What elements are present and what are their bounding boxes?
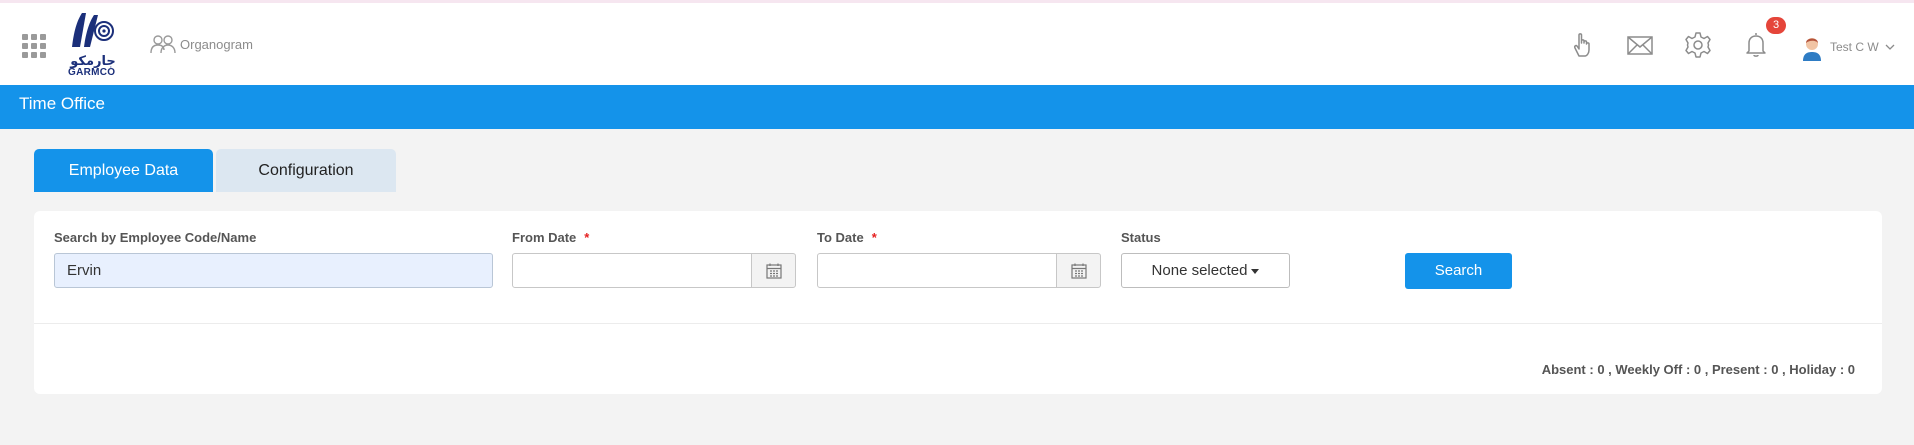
calendar-icon — [765, 263, 782, 279]
employee-search-label: Search by Employee Code/Name — [54, 230, 257, 245]
tab-employee-data[interactable]: Employee Data — [34, 149, 213, 192]
page-title-bar: Time Office — [0, 85, 1914, 129]
user-name: Test C W — [1830, 40, 1879, 54]
chevron-down-icon — [1885, 44, 1895, 50]
to-date-label: To Date * — [817, 230, 877, 245]
logo-text: GARMCO — [68, 67, 116, 78]
calendar-icon — [1070, 263, 1087, 279]
status-label: Status — [1121, 230, 1161, 245]
filter-card: Search by Employee Code/Name Ervin From … — [34, 211, 1882, 394]
notification-badge: 3 — [1766, 17, 1786, 34]
from-date-label: From Date * — [512, 230, 589, 245]
to-date-input[interactable] — [817, 253, 1058, 288]
top-navbar: جارمكو GARMCO Organogram 3 Test C W — [0, 0, 1914, 85]
organogram-link[interactable]: Organogram — [150, 33, 253, 55]
to-date-label-text: To Date — [817, 230, 864, 245]
divider — [34, 323, 1882, 324]
hand-icon[interactable] — [1568, 31, 1596, 59]
required-mark: * — [584, 230, 590, 245]
user-menu[interactable]: Test C W — [1800, 33, 1895, 61]
people-icon — [150, 35, 176, 54]
from-date-label-text: From Date — [512, 230, 577, 245]
from-date-calendar-button[interactable] — [751, 253, 796, 288]
status-select-value: None selected — [1151, 262, 1248, 279]
tab-configuration[interactable]: Configuration — [216, 149, 396, 192]
search-button[interactable]: Search — [1405, 253, 1512, 289]
employee-search-input[interactable]: Ervin — [54, 253, 493, 288]
to-date-calendar-button[interactable] — [1056, 253, 1101, 288]
avatar — [1803, 38, 1821, 61]
mail-icon[interactable] — [1626, 31, 1654, 59]
app-grid-icon[interactable] — [22, 34, 46, 58]
status-select[interactable]: None selected — [1121, 253, 1290, 288]
gear-icon[interactable] — [1684, 31, 1712, 59]
bell-icon[interactable] — [1742, 31, 1770, 59]
organogram-label: Organogram — [180, 36, 253, 52]
caret-down-icon — [1251, 268, 1260, 274]
required-mark: * — [871, 230, 877, 245]
page-title: Time Office — [19, 94, 105, 113]
attendance-summary: Absent : 0 , Weekly Off : 0 , Present : … — [1541, 362, 1855, 377]
from-date-input[interactable] — [512, 253, 753, 288]
